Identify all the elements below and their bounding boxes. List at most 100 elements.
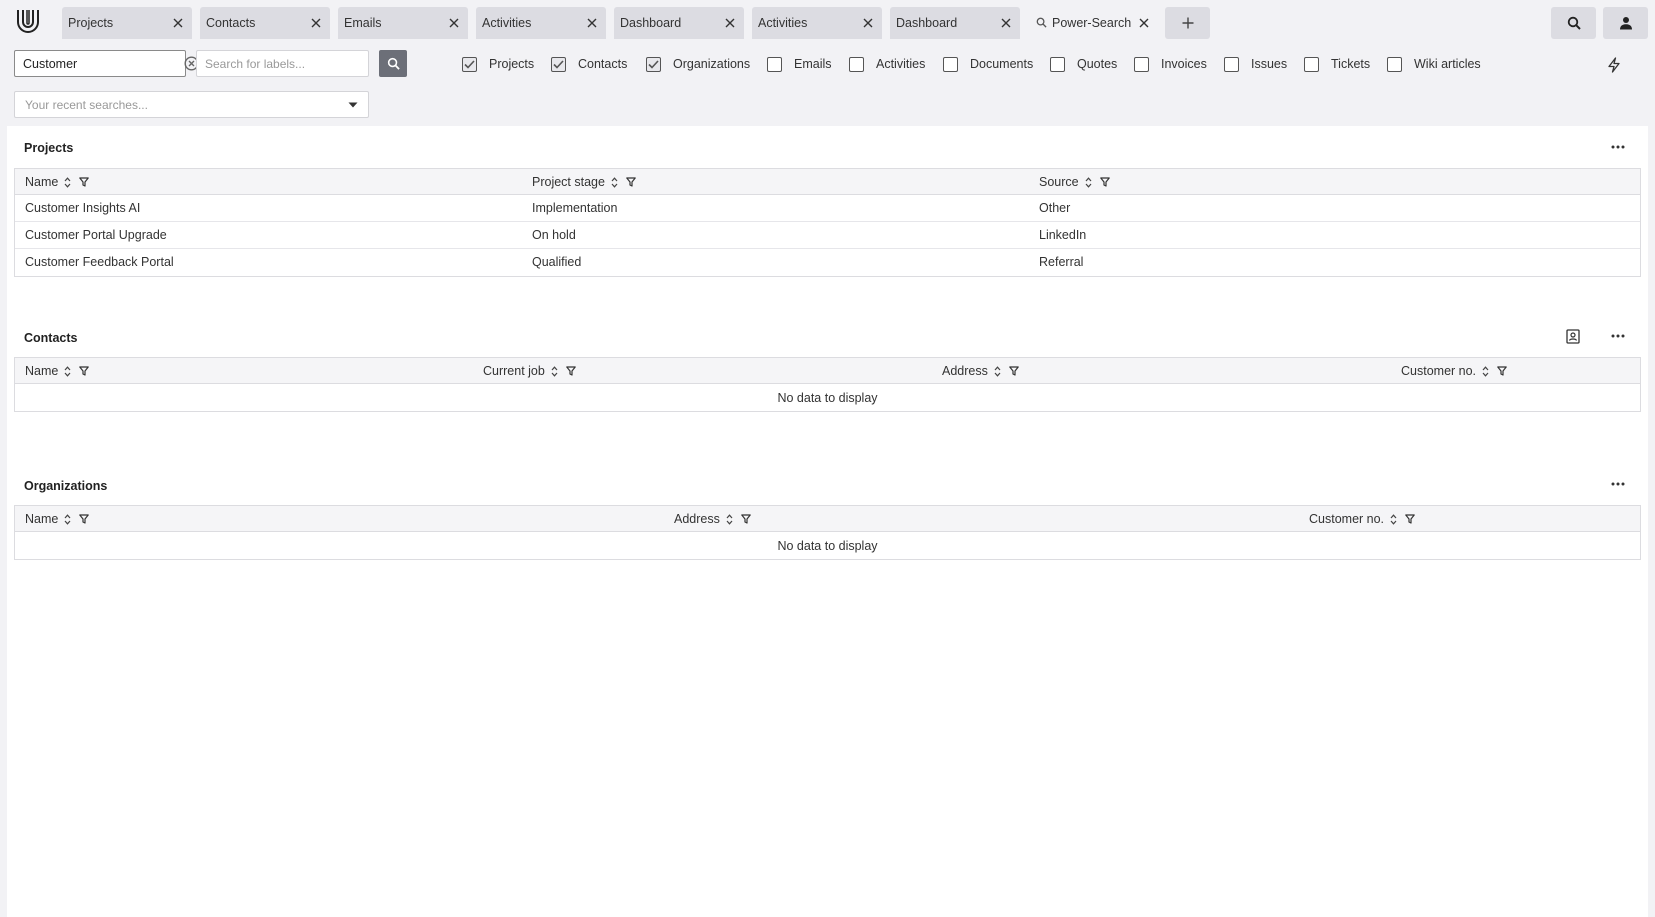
checkbox-icon[interactable] — [943, 56, 958, 72]
checkbox-icon[interactable] — [849, 56, 864, 72]
tab-dashboard-2[interactable]: Dashboard — [890, 7, 1020, 39]
filter-invoices[interactable]: Invoices — [1134, 55, 1207, 73]
sort-icon[interactable] — [1085, 176, 1092, 188]
filter-projects[interactable]: Projects — [462, 55, 534, 73]
close-icon[interactable] — [442, 11, 466, 35]
column-header-address[interactable]: Address — [942, 358, 1019, 384]
filter-quotes[interactable]: Quotes — [1050, 55, 1117, 73]
table-row[interactable]: Customer Insights AI Implementation Othe… — [15, 195, 1640, 222]
filter-icon[interactable] — [1009, 366, 1019, 376]
contacts-more-button[interactable] — [1607, 325, 1629, 347]
filter-icon[interactable] — [626, 177, 636, 187]
grid-header: Name Current job Address Customer no. — [15, 358, 1640, 384]
sort-icon[interactable] — [611, 176, 618, 188]
checkbox-icon[interactable] — [767, 56, 782, 72]
filter-icon[interactable] — [741, 514, 751, 524]
column-header-project-stage[interactable]: Project stage — [532, 169, 636, 195]
contacts-card-view-button[interactable] — [1562, 325, 1584, 347]
checkbox-icon[interactable] — [1224, 56, 1239, 72]
checkbox-checked-icon[interactable] — [646, 56, 661, 72]
sort-icon[interactable] — [1482, 365, 1489, 377]
tab-emails[interactable]: Emails — [338, 7, 468, 39]
tab-activities-2[interactable]: Activities — [752, 7, 882, 39]
search-icon — [387, 57, 400, 70]
filter-emails[interactable]: Emails — [767, 55, 832, 73]
tab-activities[interactable]: Activities — [476, 7, 606, 39]
filter-activities[interactable]: Activities — [849, 55, 925, 73]
label-search-field[interactable] — [196, 50, 369, 77]
user-menu-button[interactable] — [1603, 7, 1648, 39]
quick-actions-button[interactable] — [1603, 54, 1625, 76]
add-tab-button[interactable] — [1165, 7, 1210, 39]
filter-icon[interactable] — [1099, 177, 1110, 187]
filter-icon[interactable] — [79, 514, 90, 524]
checkbox-checked-icon[interactable] — [551, 56, 566, 72]
filter-icon[interactable] — [79, 366, 90, 376]
search-submit-button[interactable] — [379, 50, 407, 77]
checkbox-icon[interactable] — [1387, 56, 1402, 72]
column-header-address[interactable]: Address — [674, 506, 751, 532]
sort-icon[interactable] — [64, 365, 71, 377]
filter-issues[interactable]: Issues — [1224, 55, 1287, 73]
filter-documents[interactable]: Documents — [943, 55, 1033, 73]
tab-label: Activities — [482, 16, 532, 30]
caret-down-icon — [348, 102, 358, 108]
column-header-name[interactable]: Name — [25, 358, 90, 384]
label-search-input[interactable] — [205, 56, 360, 71]
tab-label: Dashboard — [896, 16, 958, 30]
filter-contacts[interactable]: Contacts — [551, 55, 627, 73]
close-icon[interactable] — [166, 11, 190, 35]
sort-icon[interactable] — [64, 513, 71, 525]
table-row[interactable]: Customer Portal Upgrade On hold LinkedIn — [15, 222, 1640, 249]
organizations-more-button[interactable] — [1607, 473, 1629, 495]
app-logo-icon[interactable] — [16, 8, 40, 34]
tab-dashboard[interactable]: Dashboard — [614, 7, 744, 39]
close-icon[interactable] — [856, 11, 880, 35]
filter-icon[interactable] — [1405, 514, 1415, 524]
recent-searches-dropdown[interactable]: Your recent searches... — [14, 91, 369, 118]
filter-icon[interactable] — [79, 177, 90, 187]
table-row[interactable]: Customer Feedback Portal Qualified Refer… — [15, 249, 1640, 276]
search-icon — [1567, 16, 1581, 30]
global-search-button[interactable] — [1551, 7, 1596, 39]
column-header-customer-no[interactable]: Customer no. — [1309, 506, 1415, 532]
empty-message: No data to display — [777, 538, 878, 553]
recent-searches-placeholder: Your recent searches... — [25, 97, 148, 112]
close-icon[interactable] — [580, 11, 604, 35]
column-label: Address — [674, 512, 720, 526]
sort-icon[interactable] — [551, 365, 558, 377]
empty-message: No data to display — [777, 390, 878, 405]
checkbox-icon[interactable] — [1304, 56, 1319, 72]
checkbox-icon[interactable] — [1050, 56, 1065, 72]
search-input[interactable] — [23, 56, 184, 71]
checkbox-checked-icon[interactable] — [462, 56, 477, 72]
projects-more-button[interactable] — [1607, 136, 1629, 158]
close-icon[interactable] — [718, 11, 742, 35]
filter-icon[interactable] — [566, 366, 576, 376]
filter-wiki-articles[interactable]: Wiki articles — [1387, 55, 1481, 73]
tab-projects[interactable]: Projects — [62, 7, 192, 39]
checkbox-icon[interactable] — [1134, 56, 1149, 72]
close-icon[interactable] — [1132, 11, 1156, 35]
filter-label: Activities — [876, 57, 926, 71]
column-header-source[interactable]: Source — [1039, 169, 1110, 195]
tab-power-search[interactable]: Power-Search — [1028, 7, 1158, 39]
sort-icon[interactable] — [726, 513, 733, 525]
column-header-customer-no[interactable]: Customer no. — [1401, 358, 1507, 384]
close-icon[interactable] — [994, 11, 1018, 35]
sort-icon[interactable] — [64, 176, 71, 188]
close-icon[interactable] — [304, 11, 328, 35]
tab-contacts[interactable]: Contacts — [200, 7, 330, 39]
column-header-name[interactable]: Name — [25, 506, 90, 532]
tab-label: Projects — [68, 16, 114, 30]
filter-tickets[interactable]: Tickets — [1304, 55, 1370, 73]
sort-icon[interactable] — [1390, 513, 1397, 525]
search-field[interactable] — [14, 50, 199, 77]
column-header-name[interactable]: Name — [25, 169, 90, 195]
filter-icon[interactable] — [1497, 366, 1507, 376]
sort-icon[interactable] — [994, 365, 1001, 377]
filter-label: Emails — [794, 57, 832, 71]
filter-organizations[interactable]: Organizations — [646, 55, 750, 73]
column-label: Project stage — [532, 175, 605, 189]
column-header-current-job[interactable]: Current job — [483, 358, 576, 384]
